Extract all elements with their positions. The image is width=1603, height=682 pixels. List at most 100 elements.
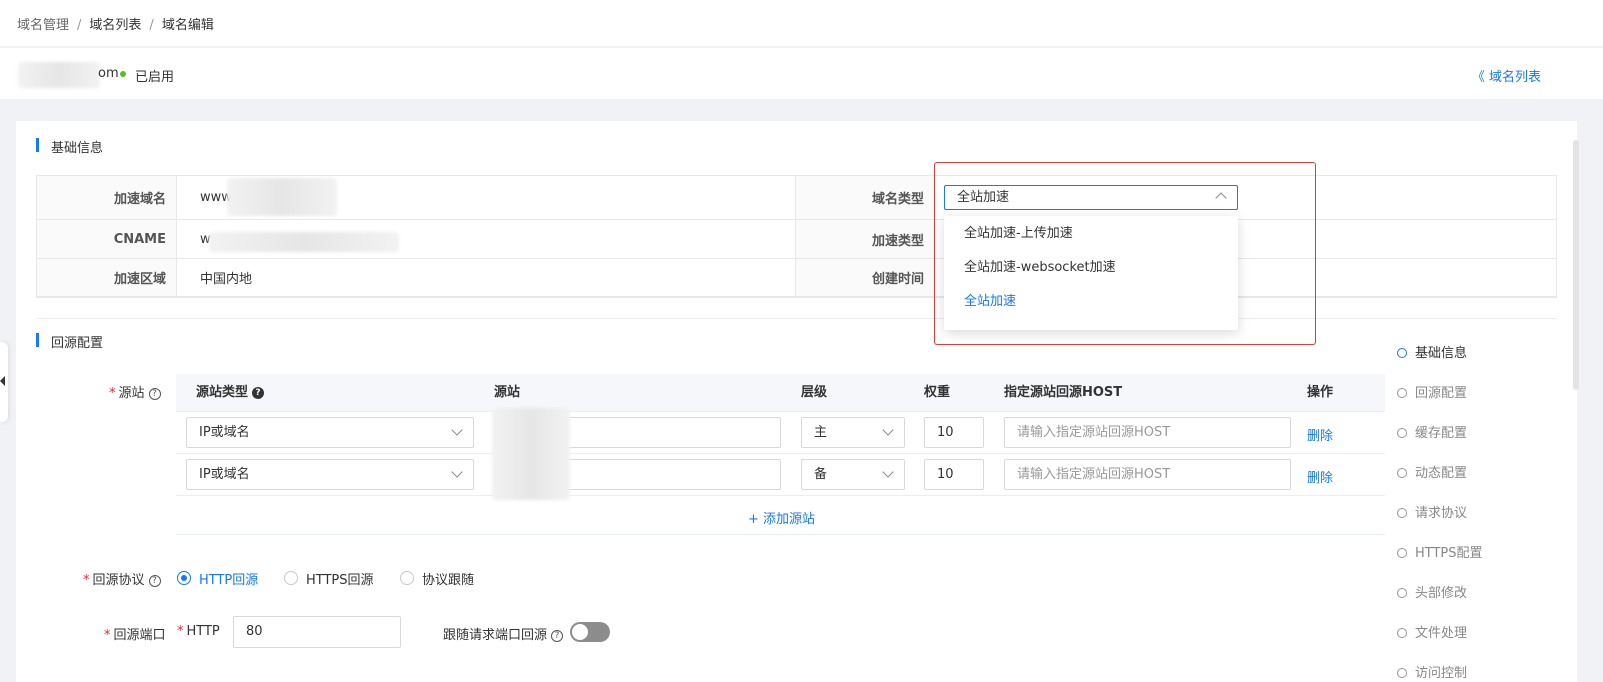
caret-left-icon xyxy=(0,376,5,386)
circle-icon xyxy=(1397,548,1407,558)
domain-header-bar: om 已启用 《 域名列表 xyxy=(0,48,1603,100)
origin-type-select[interactable]: IP或域名 xyxy=(186,459,474,490)
delete-origin-button[interactable]: 删除 xyxy=(1307,425,1333,444)
anchor-basic-info[interactable]: 基础信息 xyxy=(1397,342,1467,361)
info-label: 加速域名 xyxy=(37,176,177,219)
vertical-scrollbar[interactable] xyxy=(1573,140,1579,390)
column-header-origin-host: 指定源站回源HOST xyxy=(1004,385,1123,400)
status-dot xyxy=(120,71,126,77)
redacted-origin-mask xyxy=(492,408,570,500)
redacted-domain-mask xyxy=(227,178,337,216)
circle-icon xyxy=(1397,428,1407,438)
origin-host-input[interactable]: 请输入指定源站回源HOST xyxy=(1004,459,1291,490)
section-title-origin-config: 回源配置 xyxy=(36,332,103,351)
section-divider xyxy=(36,318,1557,319)
weight-input[interactable]: 10 xyxy=(924,417,984,448)
collapse-sidebar-tab[interactable] xyxy=(0,342,8,422)
chevron-up-icon xyxy=(1215,192,1227,204)
origin-port-label: * 回源端口 xyxy=(104,628,166,643)
origin-protocol-label: * 回源协议? xyxy=(83,569,161,588)
required-marker: * xyxy=(83,573,90,588)
http-port-input[interactable]: 80 xyxy=(233,616,401,648)
circle-icon xyxy=(1397,388,1407,398)
circle-icon xyxy=(1397,508,1407,518)
info-label: 加速区域 xyxy=(37,259,177,296)
domain-name: om xyxy=(98,66,119,81)
anchor-cache-config[interactable]: 缓存配置 xyxy=(1397,422,1467,441)
dropdown-option-websocket-accel[interactable]: 全站加速-websocket加速 xyxy=(944,252,1238,284)
origin-table-header: 源站类型? 源站 层级 权重 指定源站回源HOST 操作 xyxy=(176,374,1385,412)
domain-type-select[interactable]: 全站加速 xyxy=(944,185,1238,210)
add-origin-button[interactable]: + 添加源站 xyxy=(748,508,815,527)
follow-port-toggle[interactable] xyxy=(570,622,610,642)
circle-icon xyxy=(1397,468,1407,478)
help-icon[interactable]: ? xyxy=(148,574,161,587)
help-icon[interactable]: ? xyxy=(551,629,564,642)
required-marker: * xyxy=(177,624,184,639)
redacted-cname-mask xyxy=(209,232,399,252)
anchor-header-modify[interactable]: 头部修改 xyxy=(1397,582,1467,601)
basic-info-table: 加速域名 www. 域名类型 CNAME w 加速类型 加速区域 中国内地 创建… xyxy=(36,175,1557,298)
follow-port-label: 跟随请求端口回源? xyxy=(443,624,564,643)
chevron-down-icon xyxy=(451,424,463,436)
required-marker: * xyxy=(104,628,111,643)
help-icon[interactable]: ? xyxy=(252,386,265,399)
circle-icon xyxy=(1397,588,1407,598)
info-label: 域名类型 xyxy=(795,176,935,219)
radio-http[interactable] xyxy=(177,571,191,585)
column-header-weight: 权重 xyxy=(924,385,951,400)
column-header-origin-type: 源站类型? xyxy=(196,374,265,412)
anchor-request-protocol[interactable]: 请求协议 xyxy=(1397,502,1467,521)
back-to-domain-list-link[interactable]: 《 域名列表 xyxy=(1472,66,1541,85)
breadcrumb-item-domain-list[interactable]: 域名列表 xyxy=(89,18,141,33)
circle-icon xyxy=(1397,348,1407,358)
origin-type-select[interactable]: IP或域名 xyxy=(186,417,474,448)
chevron-down-icon xyxy=(451,466,463,478)
anchor-origin-config[interactable]: 回源配置 xyxy=(1397,382,1467,401)
table-divider xyxy=(176,534,1385,535)
breadcrumb-item-domain-edit: 域名编辑 xyxy=(161,18,214,33)
origin-site-label: * 源站? xyxy=(109,382,161,401)
status-badge: 已启用 xyxy=(135,70,175,85)
info-label: 创建时间 xyxy=(795,259,935,296)
breadcrumb-separator: / xyxy=(77,18,82,33)
radio-follow[interactable] xyxy=(400,571,414,585)
info-value: 中国内地 xyxy=(200,272,253,287)
section-title-basic-info: 基础信息 xyxy=(36,137,103,156)
radio-label-http[interactable]: HTTP回源 xyxy=(199,569,258,588)
chevron-down-icon xyxy=(882,424,894,436)
column-header-level: 层级 xyxy=(801,385,828,400)
chevron-down-icon xyxy=(882,466,894,478)
level-select[interactable]: 备 xyxy=(801,459,905,490)
http-port-label: * HTTP xyxy=(177,624,220,639)
anchor-https-config[interactable]: HTTPS配置 xyxy=(1397,542,1483,561)
anchor-dynamic-config[interactable]: 动态配置 xyxy=(1397,462,1467,481)
radio-label-https[interactable]: HTTPS回源 xyxy=(306,569,374,588)
column-header-action: 操作 xyxy=(1307,385,1334,400)
delete-origin-button[interactable]: 删除 xyxy=(1307,467,1333,486)
anchor-access-control[interactable]: 访问控制 xyxy=(1397,662,1467,681)
info-row: 加速区域 中国内地 创建时间 xyxy=(37,259,1556,297)
info-label: 加速类型 xyxy=(795,220,935,258)
breadcrumb-separator: / xyxy=(149,18,154,33)
circle-icon xyxy=(1397,668,1407,678)
table-row: IP或域名 主 10 请输入指定源站回源HOST 删除 xyxy=(176,412,1385,454)
origin-host-input[interactable]: 请输入指定源站回源HOST xyxy=(1004,417,1291,448)
domain-type-dropdown: 全站加速-上传加速 全站加速-websocket加速 全站加速 xyxy=(944,216,1238,330)
anchor-file-processing[interactable]: 文件处理 xyxy=(1397,622,1467,641)
dropdown-option-full-site-accel[interactable]: 全站加速 xyxy=(944,286,1238,318)
table-row: IP或域名 备 10 请输入指定源站回源HOST 删除 xyxy=(176,454,1385,496)
dropdown-option-upload-accel[interactable]: 全站加速-上传加速 xyxy=(944,218,1238,250)
info-label: CNAME xyxy=(37,220,177,258)
radio-https[interactable] xyxy=(284,571,298,585)
required-marker: * xyxy=(109,386,116,401)
weight-input[interactable]: 10 xyxy=(924,459,984,490)
circle-icon xyxy=(1397,628,1407,638)
breadcrumb-item-domain-management[interactable]: 域名管理 xyxy=(17,18,69,33)
redacted-domain-mask xyxy=(18,62,100,88)
column-header-origin: 源站 xyxy=(494,385,521,400)
radio-label-follow[interactable]: 协议跟随 xyxy=(422,569,474,588)
help-icon[interactable]: ? xyxy=(148,387,161,400)
level-select[interactable]: 主 xyxy=(801,417,905,448)
breadcrumb: 域名管理 / 域名列表 / 域名编辑 xyxy=(0,0,1603,46)
